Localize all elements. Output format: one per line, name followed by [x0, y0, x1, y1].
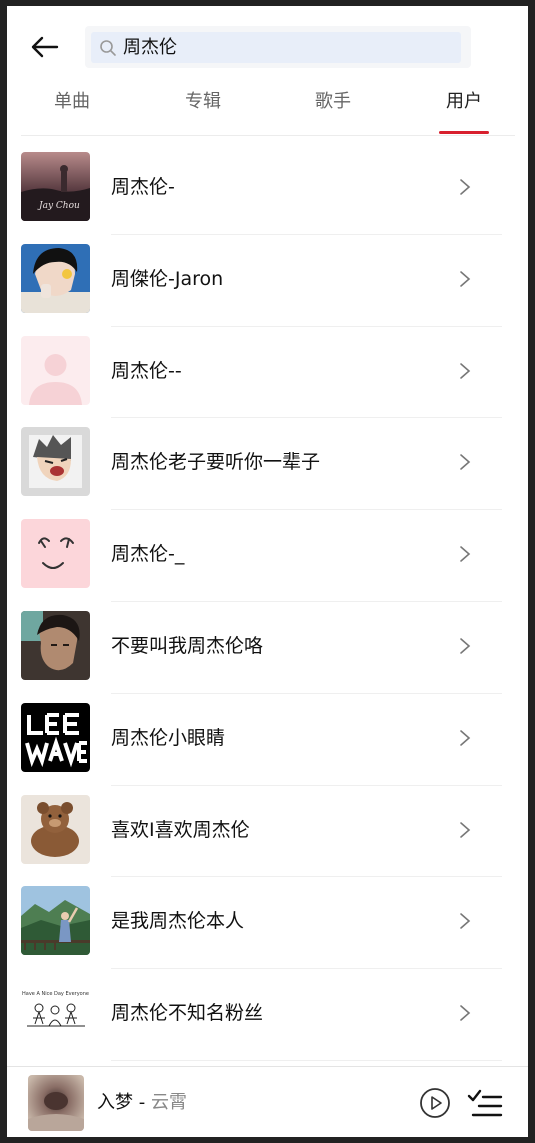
chevron-right-icon	[460, 270, 471, 287]
search-input[interactable]: 周杰伦	[91, 32, 461, 63]
chevron-right-icon	[460, 454, 471, 471]
mini-player[interactable]: 入梦 - 云霄	[7, 1066, 528, 1137]
search-query-text: 周杰伦	[123, 37, 177, 58]
svg-text:Have A Nice Day Everyone: Have A Nice Day Everyone	[22, 991, 89, 997]
search-bar[interactable]: 周杰伦	[85, 26, 471, 68]
user-name: 不要叫我周杰伦咯	[111, 634, 264, 657]
user-avatar	[21, 519, 90, 589]
tab-artists[interactable]: 歌手	[288, 90, 378, 126]
tab-albums[interactable]: 专辑	[158, 90, 248, 126]
tab-songs[interactable]: 单曲	[27, 90, 117, 126]
user-name: 周杰伦-	[111, 176, 175, 198]
chevron-right-icon	[460, 729, 471, 746]
chevron-right-icon	[460, 362, 471, 379]
user-list-item[interactable]: 周杰伦--	[7, 327, 528, 419]
user-list-item[interactable]: 周杰伦小眼睛	[7, 694, 528, 786]
user-result-list: Jay Chou 周杰伦- 周傑伦-Jaron 周杰伦-- 周杰伦老子要听你一辈…	[7, 143, 528, 1061]
chevron-right-icon	[460, 913, 471, 930]
user-list-item[interactable]: 不要叫我周杰伦咯	[7, 602, 528, 694]
play-icon	[420, 1088, 450, 1118]
user-name: 周杰伦不知名粉丝	[111, 1002, 264, 1025]
user-name: 周杰伦--	[111, 359, 182, 382]
chevron-right-icon	[460, 638, 471, 654]
play-button[interactable]	[419, 1087, 451, 1119]
user-list-item[interactable]: 是我周杰伦本人	[7, 877, 528, 970]
default-avatar-icon	[21, 335, 90, 405]
user-avatar: Have A Nice Day Everyone	[21, 978, 90, 1048]
user-avatar	[21, 427, 90, 497]
user-name: 周杰伦-_	[111, 543, 185, 566]
user-list-item[interactable]: Have A Nice Day Everyone 周杰伦不知名粉丝	[7, 969, 528, 1061]
chevron-right-icon	[460, 546, 471, 562]
playlist-button[interactable]	[467, 1088, 503, 1118]
app-screen: 周杰伦 单曲 专辑 歌手 用户 Jay Chou 周杰伦- 周傑伦-Jaron …	[7, 6, 528, 1137]
user-avatar	[21, 702, 90, 772]
user-avatar	[21, 243, 90, 313]
user-name: 周杰伦小眼睛	[111, 726, 226, 749]
back-button[interactable]	[27, 32, 63, 68]
user-list-item[interactable]: Jay Chou 周杰伦-	[7, 143, 528, 235]
chevron-right-icon	[460, 821, 471, 838]
song-artist: 云霄	[150, 1092, 187, 1113]
user-name: 喜欢I喜欢周杰伦	[111, 818, 250, 841]
user-list-item[interactable]: 周傑伦-Jaron	[7, 235, 528, 327]
user-list-item[interactable]: 喜欢I喜欢周杰伦	[7, 786, 528, 878]
tab-users[interactable]: 用户	[419, 90, 509, 126]
user-name: 周傑伦-Jaron	[111, 267, 224, 290]
now-playing-cover[interactable]	[28, 1075, 84, 1131]
user-avatar	[21, 610, 90, 680]
song-title: 入梦	[97, 1092, 133, 1113]
search-icon	[100, 40, 116, 56]
tabs-divider	[21, 135, 515, 136]
user-avatar	[21, 794, 90, 864]
user-avatar: Jay Chou	[21, 152, 90, 221]
chevron-right-icon	[460, 1005, 471, 1021]
search-result-tabs: 单曲 专辑 歌手 用户	[7, 86, 528, 134]
chevron-right-icon	[460, 179, 471, 195]
title-separator: -	[133, 1092, 151, 1113]
back-arrow-icon	[31, 36, 59, 58]
now-playing-title[interactable]: 入梦 - 云霄	[97, 1091, 187, 1115]
user-list-item[interactable]: 周杰伦-_	[7, 510, 528, 602]
user-name: 是我周杰伦本人	[111, 910, 245, 933]
user-name: 周杰伦老子要听你一辈子	[111, 451, 321, 474]
user-avatar	[21, 886, 90, 956]
user-list-item[interactable]: 周杰伦老子要听你一辈子	[7, 418, 528, 511]
active-tab-indicator	[439, 131, 489, 134]
svg-text:Jay Chou: Jay Chou	[37, 201, 80, 211]
playlist-icon	[467, 1089, 503, 1117]
